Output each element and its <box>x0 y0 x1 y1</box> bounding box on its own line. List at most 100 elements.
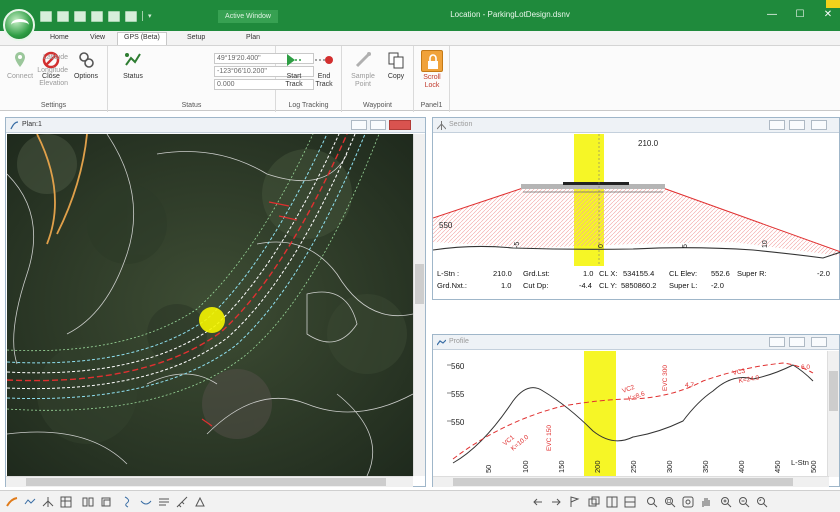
print-preview-icon[interactable] <box>108 10 120 22</box>
tab-plan[interactable]: Plan <box>240 33 266 42</box>
status-label: Status <box>123 73 143 80</box>
start-track-label-2: Track <box>285 81 303 88</box>
zoom-out-icon[interactable] <box>738 496 750 508</box>
gear-icon <box>79 52 94 68</box>
section-restore-button[interactable] <box>789 120 805 130</box>
arrow-right-icon[interactable] <box>550 496 562 508</box>
settings-group-label: Settings <box>40 102 67 109</box>
plan-vertical-scrollbar[interactable] <box>413 134 425 476</box>
tile-vertical-icon[interactable] <box>606 496 618 508</box>
super-l-label: Super L: <box>669 281 698 290</box>
close-button[interactable]: ✕ <box>814 7 840 23</box>
zoom-window-icon[interactable] <box>664 496 676 508</box>
offset-tick-label: 10 <box>762 240 769 248</box>
profile-hscroll-thumb[interactable] <box>453 478 793 486</box>
sample-point-button[interactable]: Sample Point <box>348 50 378 89</box>
copy-button[interactable]: Copy <box>382 50 410 81</box>
profile-view-icon <box>437 339 446 346</box>
lock-icon <box>421 50 443 72</box>
application-menu-button[interactable] <box>3 9 35 41</box>
scroll-lock-label-1: Scroll <box>423 74 441 81</box>
scroll-lock-button[interactable]: Scroll Lock <box>418 50 446 90</box>
zoom-icon[interactable] <box>646 496 658 508</box>
qat-customize-icon[interactable]: ▾ <box>148 12 152 20</box>
profile-x-tick: 300 <box>665 460 674 473</box>
arrow-left-icon[interactable] <box>532 496 544 508</box>
waypoint-group-label: Waypoint <box>363 102 392 109</box>
grd-lst-label: Grd.Lst: <box>523 269 550 278</box>
tab-gps-beta[interactable]: GPS (Beta) <box>117 32 167 45</box>
section-panel-header: Section <box>433 118 839 133</box>
section-panel-title: Section <box>449 121 473 128</box>
section-canvas[interactable]: 210.0 550 -5 0 5 10 <box>433 134 840 266</box>
section-minimize-button[interactable] <box>769 120 785 130</box>
tab-view[interactable]: View <box>84 33 111 42</box>
pan-hand-icon[interactable] <box>700 496 712 508</box>
status-button[interactable]: Status <box>118 50 148 81</box>
report-tool-icon[interactable] <box>158 496 170 508</box>
profile-vertical-scrollbar[interactable] <box>827 351 839 477</box>
undo-icon[interactable] <box>125 10 137 22</box>
zoom-previous-icon[interactable] <box>756 496 768 508</box>
tab-setup[interactable]: Setup <box>181 33 211 42</box>
plan-view-icon <box>10 121 19 130</box>
end-track-button[interactable]: End Track <box>310 50 338 89</box>
profile-panel[interactable]: Profile 560 555 550 VC1 K=10.0 EVC 150 V… <box>432 334 840 487</box>
start-track-button[interactable]: Start Track <box>280 50 308 89</box>
cl-x-value: 534155.4 <box>623 269 655 278</box>
flag-icon[interactable] <box>568 496 580 508</box>
plan-close-button[interactable] <box>389 120 411 130</box>
window-cascade-icon[interactable] <box>588 496 600 508</box>
plan-hscroll-thumb[interactable] <box>26 478 386 486</box>
maximize-button[interactable]: ☐ <box>786 7 814 23</box>
zoom-in-icon[interactable] <box>720 496 732 508</box>
minimize-button[interactable]: — <box>758 7 786 23</box>
curve-tool-icon[interactable] <box>122 496 134 508</box>
offset-tick-label: -5 <box>514 242 521 248</box>
plan-minimize-button[interactable] <box>351 120 367 130</box>
pavement-top <box>563 182 629 185</box>
profile-tool-icon[interactable] <box>24 496 36 508</box>
section-close-button[interactable] <box>811 120 827 130</box>
plan-vscroll-thumb[interactable] <box>415 264 424 304</box>
vertical-curve-icon[interactable] <box>140 496 152 508</box>
latitude-label: Latitude <box>43 54 68 61</box>
section-tool-icon[interactable] <box>42 496 54 508</box>
log-tracking-group-label: Log Tracking <box>288 102 329 109</box>
zoom-extents-icon[interactable] <box>682 496 694 508</box>
profile-x-tick: 150 <box>557 460 566 473</box>
profile-vscroll-thumb[interactable] <box>829 371 838 411</box>
tile-horizontal-icon[interactable] <box>624 496 636 508</box>
longitude-label: Longitude <box>37 67 68 74</box>
save-icon[interactable] <box>74 10 86 22</box>
quick-access-toolbar: ▾ <box>40 9 152 23</box>
profile-close-button[interactable] <box>811 337 827 347</box>
template-tool-icon[interactable] <box>82 496 94 508</box>
plan-panel[interactable]: Plan:1 <box>5 117 426 487</box>
new-file-icon[interactable] <box>40 10 52 22</box>
plan-map-canvas[interactable] <box>7 134 413 476</box>
grade-label-1: 4.7 <box>685 382 694 389</box>
plan-restore-button[interactable] <box>370 120 386 130</box>
layers-tool-icon[interactable] <box>100 496 112 508</box>
options-button[interactable]: Options <box>68 50 104 81</box>
table-tool-icon[interactable] <box>60 496 72 508</box>
profile-panel-header: Profile <box>433 335 839 350</box>
plan-horizontal-scrollbar[interactable] <box>6 476 413 487</box>
copy-label: Copy <box>387 73 405 80</box>
open-file-icon[interactable] <box>57 10 69 22</box>
profile-restore-button[interactable] <box>789 337 805 347</box>
measure-tool-icon[interactable] <box>176 496 188 508</box>
alignment-tool-icon[interactable] <box>6 496 18 508</box>
profile-canvas[interactable]: 560 555 550 VC1 K=10.0 EVC 150 VC2 K=8.6… <box>433 351 829 477</box>
tab-home[interactable]: Home <box>44 33 75 42</box>
ribbon-group-waypoint: Sample Point Copy Waypoint <box>342 46 414 112</box>
profile-minimize-button[interactable] <box>769 337 785 347</box>
volume-tool-icon[interactable] <box>194 496 206 508</box>
profile-x-tick: 350 <box>701 460 710 473</box>
section-panel[interactable]: Section 210.0 550 -5 0 5 10 L-Stn : 210.… <box>432 117 840 300</box>
print-icon[interactable] <box>91 10 103 22</box>
profile-horizontal-scrollbar[interactable] <box>433 476 829 487</box>
super-r-value: -2.0 <box>817 269 830 278</box>
current-station-marker <box>199 307 225 333</box>
